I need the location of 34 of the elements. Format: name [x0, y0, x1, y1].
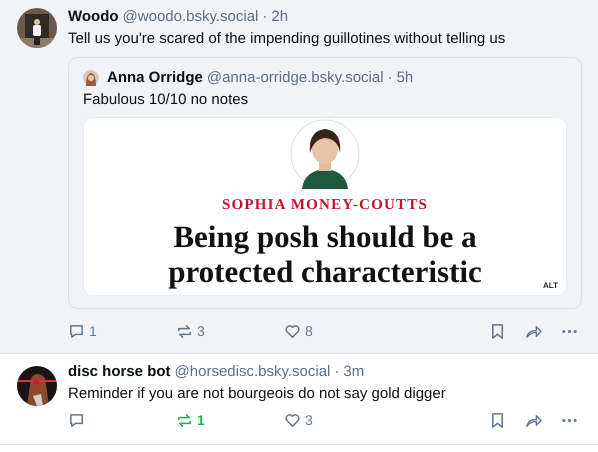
repost-count: 1: [197, 412, 205, 428]
reply-icon[interactable]: [68, 412, 85, 428]
post-text: Fabulous 10/10 no notes: [83, 90, 250, 110]
post-text: Reminder if you are not bourgeois do not say gold digger: [68, 384, 447, 404]
separator-dot: ·: [262, 7, 268, 27]
heart-icon[interactable]: [284, 322, 301, 340]
post-time[interactable]: 2h: [271, 6, 288, 27]
author-handle[interactable]: @horsedisc.bsky.social: [174, 361, 330, 382]
post-time[interactable]: 5h: [396, 67, 414, 88]
separator-dot: ·: [388, 68, 393, 88]
article-byline: SOPHIA MONEY-COUTTS: [222, 197, 428, 214]
post-time[interactable]: 3m: [343, 361, 364, 382]
article-headline: Being posh should be a protected characteristic: [167, 219, 483, 289]
like-count: 3: [305, 412, 313, 428]
author-name[interactable]: disc horse bot: [68, 361, 171, 382]
post-text: Tell us you're scared of the impending guillotines without telling us: [68, 29, 506, 49]
bookmark-icon[interactable]: [489, 322, 506, 340]
author-name[interactable]: Woodo: [68, 6, 119, 27]
like-count: 8: [305, 323, 313, 339]
quoted-post[interactable]: Anna Orridge @anna-orridge.bsky.social · 5h Fabulous 10/10 no notes SOPHIA MONEY-COUTTS Being posh should be a protected characteristic ALT: [68, 57, 582, 309]
heart-icon[interactable]: [284, 412, 301, 428]
repost-icon[interactable]: [176, 412, 193, 428]
author-handle[interactable]: @woodo.bsky.social: [122, 6, 258, 27]
author-name[interactable]: Anna Orridge: [107, 67, 203, 88]
repost-count: 3: [197, 323, 205, 339]
author-handle[interactable]: @anna-orridge.bsky.social: [206, 67, 384, 88]
reply-icon[interactable]: [68, 322, 85, 340]
bookmark-icon[interactable]: [489, 412, 506, 428]
alt-badge[interactable]: ALT: [543, 281, 558, 290]
repost-icon[interactable]: [176, 322, 193, 340]
post-card[interactable]: [0, 0, 598, 354]
reply-count: 1: [89, 323, 97, 339]
separator-dot: ·: [334, 362, 340, 382]
article-image[interactable]: SOPHIA MONEY-COUTTS Being posh should be a protected characteristic ALT: [83, 117, 567, 296]
